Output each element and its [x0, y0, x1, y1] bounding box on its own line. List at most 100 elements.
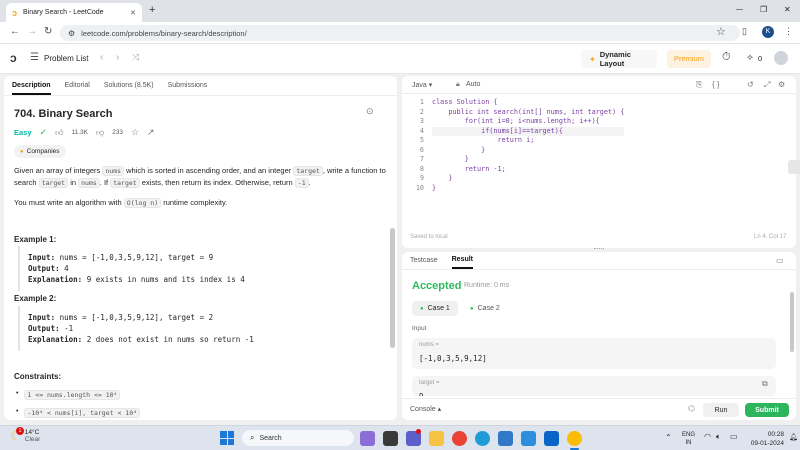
expand-panel-icon[interactable]: ▭ [776, 256, 784, 265]
app-icon-vscode[interactable] [521, 431, 536, 446]
app-icon-store[interactable] [498, 431, 513, 446]
line-number: 7 [419, 155, 424, 163]
sidebar-icon[interactable]: ▯ [742, 26, 747, 37]
target-label: target = [419, 380, 440, 386]
window-minimize-button[interactable]: — [736, 6, 743, 13]
back-arrow-icon[interactable]: ← [10, 26, 20, 37]
new-tab-button[interactable]: + [149, 4, 155, 16]
copy-icon[interactable]: ⧉ [762, 379, 768, 389]
taskbar-search-box[interactable]: ⌕ Search [242, 430, 354, 446]
weather-widget[interactable]: ☾ 14°C Clear [10, 429, 40, 443]
like-icon[interactable]: 👍︎ [55, 128, 63, 138]
window-close-button[interactable]: ✕ [784, 5, 791, 14]
reset-icon[interactable]: ↺ [747, 80, 754, 89]
constraint-code: 1 <= nums.length <= 10⁴ [24, 390, 121, 400]
line-number: 3 [419, 117, 424, 125]
favorite-star-icon[interactable]: ☆ [131, 127, 139, 138]
nums-label: nums = [419, 342, 439, 348]
site-info-icon[interactable]: ⚙ [68, 29, 75, 38]
dynamic-layout-button[interactable]: ✦ Dynamic Layout [581, 50, 657, 68]
problem-list-link[interactable]: Problem List [44, 54, 88, 63]
tab-description[interactable]: Description [12, 82, 51, 95]
description-scrollbar[interactable] [390, 228, 395, 348]
clock-date: 09-01-2024 [750, 440, 784, 447]
tab-testcase[interactable]: Testcase [410, 257, 438, 264]
result-scrollbar[interactable] [790, 292, 794, 352]
problem-list-icon[interactable]: ☰ [30, 52, 39, 63]
app-icon-chrome-active[interactable] [567, 431, 582, 446]
streak-icon[interactable]: ⟡ [747, 52, 753, 63]
line-number: 4 [419, 126, 424, 135]
user-avatar[interactable] [774, 51, 788, 65]
share-icon[interactable]: ↗ [147, 127, 155, 138]
dislike-icon[interactable]: 👎︎ [96, 128, 104, 138]
inline-code: target [110, 178, 140, 188]
app-icon-widgets[interactable] [360, 431, 375, 446]
desc-text: . If [99, 178, 109, 187]
browser-tab[interactable]: ↄ Binary Search - LeetCode ✕ [6, 3, 142, 22]
result-panel: Testcase Result ▭ Accepted Runtime: 0 ms… [402, 252, 796, 420]
show-hidden-icons-icon[interactable]: ⌃ [665, 433, 672, 442]
debug-icon[interactable]: ⌬ [688, 404, 695, 413]
app-icon-task-view[interactable] [383, 431, 398, 446]
bookmark-star-icon[interactable]: ☆ [716, 25, 726, 38]
more-options-icon[interactable]: ⊙ [366, 106, 374, 117]
premium-button[interactable]: Premium [667, 50, 711, 68]
profile-avatar[interactable]: K [762, 26, 774, 38]
console-toggle[interactable]: Console ▴ [410, 405, 441, 413]
tab-result[interactable]: Result [451, 256, 474, 269]
output-label: Output: [28, 264, 60, 273]
explanation-label: Explanation: [28, 275, 83, 284]
case-1-tab[interactable]: ● Case 1 [412, 301, 458, 316]
case-2-tab[interactable]: ● Case 2 [464, 301, 506, 316]
leetcode-logo-icon[interactable]: ↄ [10, 51, 17, 65]
dislikes-count: 233 [112, 129, 123, 136]
fullscreen-icon[interactable]: ⤢ [764, 80, 770, 90]
editor-mode[interactable]: Auto [466, 81, 480, 88]
app-icon-chrome[interactable] [452, 431, 467, 446]
forward-arrow-icon[interactable]: → [27, 26, 37, 37]
battery-icon[interactable]: ▭ [730, 432, 738, 441]
wifi-icon[interactable]: ◠ [704, 432, 711, 441]
tab-solutions[interactable]: Solutions (8.5K) [104, 82, 154, 89]
output-label: Output: [28, 324, 60, 333]
desc-text: in [70, 178, 77, 187]
editor-toolbar: Java ▾ 🔒︎ Auto ⎘ { } ↺ ⤢ ⚙ [402, 76, 796, 94]
format-side-icon[interactable] [788, 160, 800, 174]
app-icon-file-explorer[interactable] [429, 431, 444, 446]
volume-icon[interactable]: 🔈︎ [716, 432, 721, 442]
window-maximize-button[interactable]: ❐ [760, 5, 767, 14]
bookmark-icon[interactable]: ⎘ [696, 80, 702, 90]
notification-icon[interactable]: 🔔︎ [789, 433, 798, 441]
browser-menu-icon[interactable]: ⋮ [784, 26, 793, 37]
companies-tag[interactable]: ● Companies [14, 145, 66, 158]
desc-text: which is sorted in ascending order, and … [126, 166, 292, 175]
line-number: 9 [419, 174, 424, 182]
next-problem-icon[interactable]: › [116, 52, 119, 63]
submit-button[interactable]: Submit [745, 403, 789, 417]
braces-icon[interactable]: { } [712, 80, 720, 89]
reload-icon[interactable]: ↻ [44, 26, 52, 37]
run-button[interactable]: Run [703, 403, 739, 417]
panel-resize-handle[interactable] [594, 248, 604, 251]
app-icon-mail[interactable] [544, 431, 559, 446]
description-panel: Description Editorial Solutions (8.5K) S… [4, 76, 397, 420]
language-label: Java [412, 82, 427, 89]
timer-icon[interactable]: ⏱ [722, 51, 731, 64]
windows-start-icon[interactable] [220, 431, 234, 445]
app-icon-edge[interactable] [475, 431, 490, 446]
shuffle-icon[interactable]: ⤨ [132, 52, 139, 63]
code-line: } [432, 174, 453, 182]
language-selector[interactable]: Java ▾ [412, 81, 432, 89]
case-pass-dot: ● [470, 305, 474, 312]
settings-icon[interactable]: ⚙ [778, 80, 785, 89]
language-indicator[interactable]: ENG IN [682, 431, 695, 447]
prev-problem-icon[interactable]: ‹ [100, 52, 103, 63]
example-2-block: Input: nums = [-1,0,3,5,9,12], target = … [18, 306, 378, 351]
tab-close-icon[interactable]: ✕ [130, 9, 136, 17]
clock[interactable]: 00:28 09-01-2024 [748, 430, 784, 448]
code-area[interactable]: 1 2 3 4 5 6 7 8 9 10 class Solution { pu… [402, 98, 792, 218]
tab-submissions[interactable]: Submissions [168, 82, 208, 89]
tab-editorial[interactable]: Editorial [65, 82, 90, 89]
address-bar[interactable]: ⚙ leetcode.com/problems/binary-search/de… [60, 25, 740, 41]
